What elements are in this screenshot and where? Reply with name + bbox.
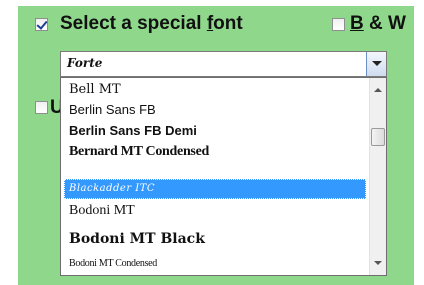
font-combobox[interactable]: Forte: [60, 51, 387, 77]
list-item-berlin-sans-fb[interactable]: Berlin Sans FB: [64, 100, 366, 120]
arrow-up-icon[interactable]: [374, 88, 382, 92]
bw-label-accel: B: [350, 13, 364, 34]
list-item-bell-mt[interactable]: Bell MT: [64, 80, 366, 100]
font-combobox-value: Forte: [67, 56, 103, 70]
bw-checkbox[interactable]: [332, 18, 345, 31]
chevron-down-icon[interactable]: [366, 52, 386, 76]
list-item-bernard-mt-condensed[interactable]: Bernard MT Condensed: [64, 142, 366, 162]
special-font-checkbox[interactable]: [35, 18, 48, 31]
second-option-checkbox[interactable]: [35, 101, 48, 114]
special-font-label-text: Select a special: [60, 13, 207, 34]
list-item-bodoni-mt-black[interactable]: Bodoni MT Black: [64, 229, 366, 249]
bw-label-rest: & W: [363, 13, 406, 34]
bw-label[interactable]: B & W: [350, 13, 406, 35]
special-font-label[interactable]: Select a special font: [60, 13, 243, 35]
list-item-berlin-sans-fb-demi[interactable]: Berlin Sans FB Demi: [64, 121, 366, 141]
special-font-label-rest: ont: [213, 13, 243, 34]
scrollbar-thumb[interactable]: [371, 128, 385, 146]
list-scrollbar[interactable]: [369, 78, 386, 275]
font-dropdown-list[interactable]: Bell MT Berlin Sans FB Berlin Sans FB De…: [60, 77, 387, 276]
list-item-bodoni-mt-condensed[interactable]: Bodoni MT Condensed: [64, 254, 366, 274]
list-item-blackadder-itc[interactable]: Blackadder ITC: [64, 179, 366, 199]
list-item-bodoni-mt[interactable]: Bodoni MT: [64, 201, 366, 221]
arrow-down-icon[interactable]: [374, 261, 382, 265]
